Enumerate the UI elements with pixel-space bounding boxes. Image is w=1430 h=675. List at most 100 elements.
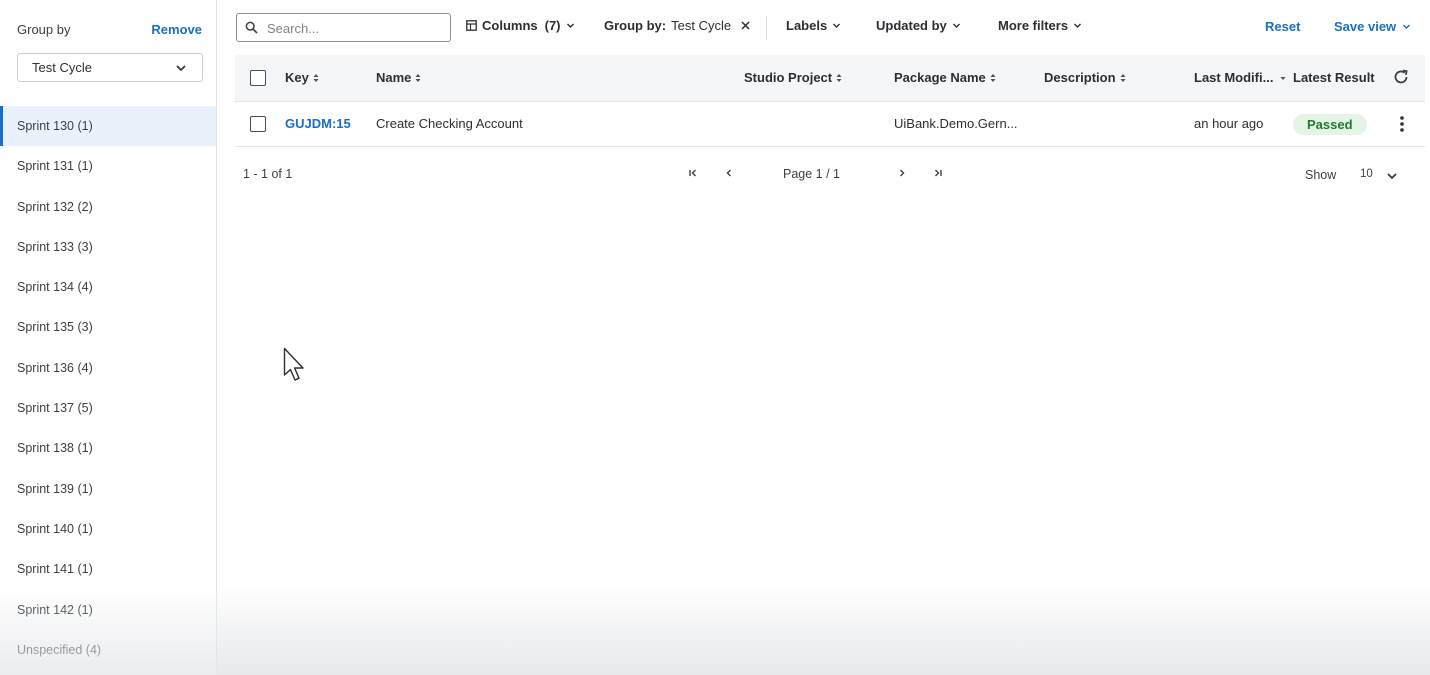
- reset-button[interactable]: Reset: [1265, 19, 1300, 34]
- group-list: Sprint 130 (1) Sprint 131 (1) Sprint 132…: [0, 106, 216, 670]
- column-header-name[interactable]: Name: [376, 70, 421, 85]
- group-item-sprint-136[interactable]: Sprint 136 (4): [0, 348, 216, 388]
- group-item-label: Sprint 133 (3): [17, 239, 93, 254]
- search-input[interactable]: [267, 19, 442, 37]
- column-header-label: Key: [285, 70, 309, 85]
- group-item-label: Sprint 138 (1): [17, 441, 93, 456]
- previous-page-icon[interactable]: [723, 167, 735, 179]
- columns-count: (7): [544, 18, 561, 33]
- page-indicator: Page 1 / 1: [783, 167, 840, 181]
- group-item-sprint-138[interactable]: Sprint 138 (1): [0, 428, 216, 468]
- row-package-name: UiBank.Demo.Gern...: [894, 116, 1018, 131]
- last-page-icon[interactable]: [932, 167, 944, 179]
- content-bottom-fade: [217, 585, 1430, 675]
- first-page-icon[interactable]: [687, 167, 699, 179]
- search-box[interactable]: [236, 13, 451, 42]
- save-view-label: Save view: [1334, 19, 1397, 34]
- select-all-checkbox[interactable]: [250, 70, 266, 86]
- group-item-label: Sprint 140 (1): [17, 521, 93, 536]
- group-item-sprint-132[interactable]: Sprint 132 (2): [0, 187, 216, 227]
- column-header-package-name[interactable]: Package Name: [894, 70, 996, 85]
- table-header: Key Name Studio Project Package Name Des…: [235, 55, 1425, 102]
- sort-icon: [836, 73, 842, 82]
- columns-label: Columns: [482, 18, 538, 33]
- group-by-select-value: Test Cycle: [32, 60, 92, 75]
- column-header-label: Latest Result: [1293, 70, 1375, 85]
- chevron-down-icon: [952, 23, 960, 28]
- group-item-label: Sprint 137 (5): [17, 401, 93, 416]
- column-header-description[interactable]: Description: [1044, 70, 1126, 85]
- search-icon: [245, 21, 258, 34]
- sort-icon: [990, 73, 996, 82]
- sort-icon: [1120, 73, 1126, 82]
- group-by-select[interactable]: Test Cycle: [17, 53, 203, 82]
- remove-group-button[interactable]: Remove: [151, 22, 202, 37]
- page-size-label: Show: [1305, 168, 1337, 182]
- updated-by-filter-button[interactable]: Updated by: [876, 18, 961, 33]
- more-actions-icon[interactable]: [1395, 115, 1409, 133]
- chevron-down-icon: [176, 65, 186, 72]
- group-item-label: Sprint 142 (1): [17, 602, 93, 617]
- group-item-sprint-142[interactable]: Sprint 142 (1): [0, 590, 216, 630]
- page-size-select[interactable]: 10: [1353, 165, 1413, 187]
- pagination-range: 1 - 1 of 1: [243, 167, 293, 181]
- group-item-label: Sprint 136 (4): [17, 360, 93, 375]
- group-item-unspecified[interactable]: Unspecified (4): [0, 630, 216, 670]
- status-badge: Passed: [1293, 114, 1367, 135]
- chevron-down-icon: [1403, 24, 1411, 29]
- save-view-button[interactable]: Save view: [1334, 19, 1411, 34]
- group-item-sprint-137[interactable]: Sprint 137 (5): [0, 388, 216, 428]
- filter-toolbar: Columns (7) Group by: Test Cycle Labels …: [217, 0, 1430, 56]
- group-item-label: Sprint 135 (3): [17, 320, 93, 335]
- mouse-cursor-icon: [283, 347, 304, 381]
- row-key-link[interactable]: GUJDM:15: [285, 116, 351, 131]
- group-item-label: Sprint 130 (1): [17, 119, 93, 133]
- group-item-sprint-141[interactable]: Sprint 141 (1): [0, 549, 216, 589]
- table-row[interactable]: GUJDM:15 Create Checking Account UiBank.…: [235, 102, 1425, 147]
- group-item-label: Sprint 134 (4): [17, 280, 93, 295]
- column-header-studio-project[interactable]: Studio Project: [744, 70, 842, 85]
- columns-icon: [466, 20, 477, 31]
- more-filters-button[interactable]: More filters: [998, 18, 1082, 33]
- more-filters-label: More filters: [998, 18, 1069, 33]
- group-item-sprint-134[interactable]: Sprint 134 (4): [0, 267, 216, 307]
- labels-filter-label: Labels: [786, 18, 828, 33]
- column-header-label: Studio Project: [744, 70, 833, 85]
- test-cases-table: Key Name Studio Project Package Name Des…: [235, 55, 1425, 147]
- refresh-icon[interactable]: [1392, 68, 1410, 86]
- group-by-filter-chip[interactable]: Group by: Test Cycle: [604, 18, 751, 33]
- group-item-sprint-135[interactable]: Sprint 135 (3): [0, 307, 216, 347]
- close-icon[interactable]: [740, 20, 751, 31]
- column-header-last-modified[interactable]: Last Modifi...: [1194, 70, 1286, 85]
- column-header-label: Last Modifi...: [1194, 70, 1274, 85]
- group-item-label: Unspecified (4): [17, 642, 102, 657]
- columns-button[interactable]: Columns (7): [466, 18, 575, 33]
- group-item-label: Sprint 141 (1): [17, 562, 93, 577]
- row-checkbox[interactable]: [250, 116, 266, 132]
- labels-filter-button[interactable]: Labels: [786, 18, 841, 33]
- group-item-sprint-130[interactable]: Sprint 130 (1): [0, 106, 216, 147]
- sidebar-header: Group by Remove: [0, 0, 216, 58]
- updated-by-filter-label: Updated by: [876, 18, 947, 33]
- chevron-down-icon: [566, 23, 574, 28]
- group-by-sidebar: Group by Remove Test Cycle Sprint 130 (1…: [0, 0, 217, 675]
- column-header-key[interactable]: Key: [285, 70, 319, 85]
- group-item-sprint-133[interactable]: Sprint 133 (3): [0, 227, 216, 267]
- group-item-label: Sprint 131 (1): [17, 159, 93, 174]
- chevron-down-icon: [833, 23, 841, 28]
- reset-label: Reset: [1265, 19, 1301, 34]
- group-item-sprint-140[interactable]: Sprint 140 (1): [0, 509, 216, 549]
- chevron-down-icon: [1387, 173, 1397, 180]
- group-item-sprint-139[interactable]: Sprint 139 (1): [0, 469, 216, 509]
- column-header-latest-result[interactable]: Latest Result: [1293, 70, 1375, 85]
- toolbar-divider: [766, 16, 767, 40]
- row-last-modified: an hour ago: [1194, 116, 1264, 131]
- row-name: Create Checking Account: [376, 116, 523, 131]
- group-item-sprint-131[interactable]: Sprint 131 (1): [0, 146, 216, 186]
- next-page-icon[interactable]: [896, 167, 908, 179]
- column-header-label: Name: [376, 70, 412, 85]
- group-item-label: Sprint 139 (1): [17, 481, 93, 496]
- chevron-down-icon: [1074, 23, 1082, 28]
- group-by-title: Group by: [17, 22, 71, 37]
- sort-icon: [415, 73, 421, 82]
